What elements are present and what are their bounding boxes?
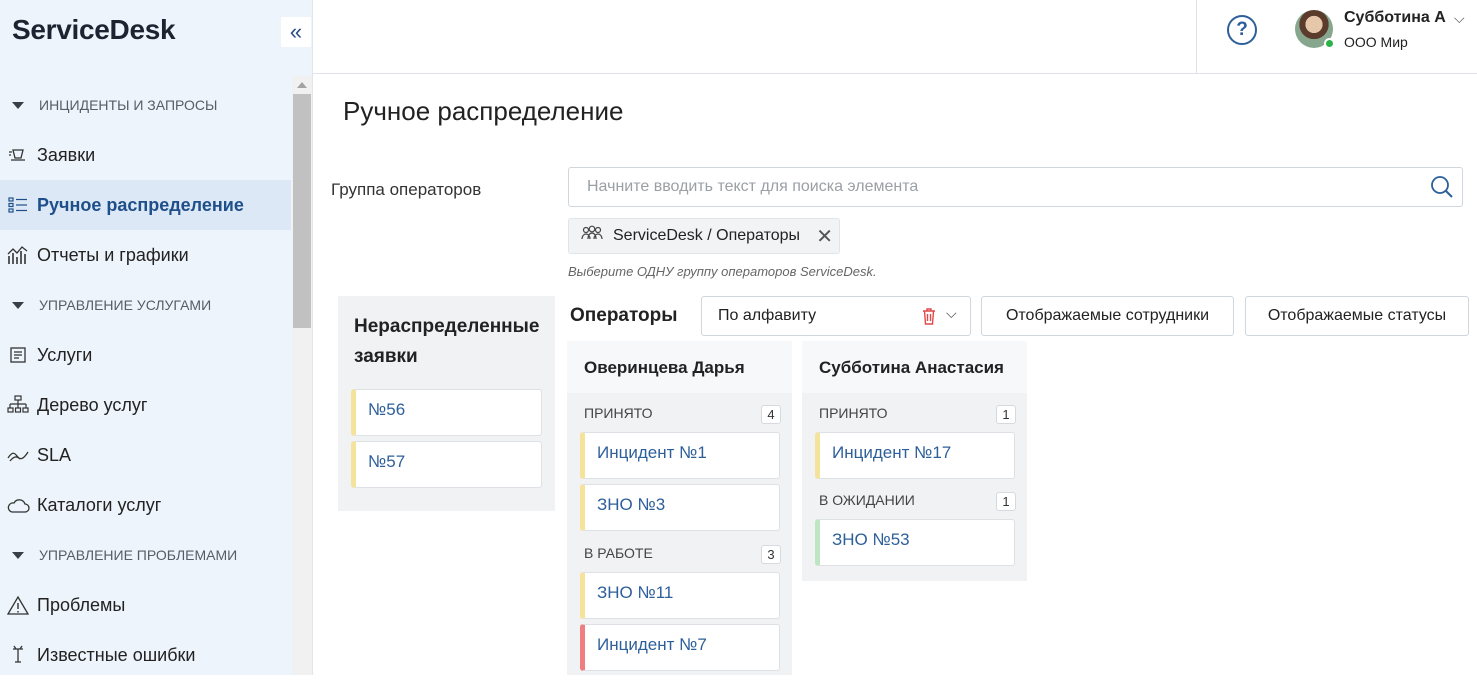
sidebar-item-reports[interactable]: Отчеты и графики: [0, 230, 291, 280]
sidebar-item-problems[interactable]: Проблемы: [0, 580, 291, 630]
status-count-badge: 1: [996, 492, 1016, 511]
distribution-icon: [6, 193, 30, 217]
status-label: В ОЖИДАНИИ: [819, 492, 915, 508]
cloud-icon: [6, 493, 30, 517]
sidebar-item-catalogs[interactable]: Каталоги услуг: [0, 480, 291, 530]
sidebar-scrollbar[interactable]: [292, 76, 312, 675]
sidebar: ServiceDesk « ИНЦИДЕНТЫ И ЗАПРОСЫ Заявки…: [0, 0, 313, 675]
sidebar-item-label: Известные ошибки: [37, 644, 196, 665]
operators-label: Операторы: [570, 305, 678, 326]
operator-name: Оверинцева Дарья: [567, 341, 792, 393]
search-input[interactable]: [570, 169, 1410, 205]
chevron-down-icon[interactable]: ⌵: [1454, 10, 1465, 27]
warning-icon: [6, 593, 30, 617]
selected-group-chip[interactable]: ServiceDesk / Операторы ✕: [568, 218, 840, 254]
sidebar-item-label: Отчеты и графики: [37, 244, 189, 265]
status-count-badge: 3: [761, 545, 781, 564]
sidebar-item-label: Проблемы: [37, 594, 126, 615]
divider: [1196, 0, 1197, 73]
trash-icon[interactable]: [921, 307, 937, 330]
status-count-badge: 4: [761, 405, 781, 424]
search-icon[interactable]: [1429, 174, 1455, 205]
online-status-icon: [1324, 38, 1335, 49]
user-company: ООО Мир: [1344, 34, 1408, 50]
remove-chip-icon[interactable]: ✕: [816, 224, 833, 249]
page-title: Ручное распределение: [343, 96, 624, 126]
sidebar-item-label: Заявки: [37, 144, 96, 165]
ticket-card[interactable]: №57: [351, 441, 542, 488]
sort-value: По алфавиту: [718, 307, 817, 324]
chip-label: ServiceDesk / Операторы: [613, 227, 801, 244]
operator-name: Субботина Анастасия: [802, 341, 1027, 393]
sidebar-item-sla[interactable]: SLA: [0, 430, 291, 480]
sidebar-item-label: Ручное распределение: [37, 194, 244, 215]
ticket-card[interactable]: ЗНО №11: [580, 572, 780, 619]
section-label: УПРАВЛЕНИЕ ПРОБЛЕМАМИ: [39, 547, 238, 563]
status-label: ПРИНЯТО: [584, 405, 653, 421]
group-icon: [580, 225, 604, 248]
scroll-up-arrow-icon[interactable]: [297, 82, 307, 88]
sidebar-item-services[interactable]: Услуги: [0, 330, 291, 380]
sidebar-item-requests[interactable]: Заявки: [0, 130, 291, 180]
sidebar-item-distribution[interactable]: Ручное распределение: [0, 180, 291, 230]
operator-group-label: Группа операторов: [331, 180, 482, 199]
section-label: УПРАВЛЕНИЕ УСЛУГАМИ: [39, 297, 212, 313]
group-hint: Выберите ОДНУ группу операторов ServiceD…: [568, 264, 877, 279]
requests-icon: [6, 143, 30, 167]
chevron-down-icon[interactable]: ⌵: [946, 305, 957, 322]
caret-down-icon: [12, 101, 24, 109]
status-label: ПРИНЯТО: [819, 405, 888, 421]
section-label: ИНЦИДЕНТЫ И ЗАПРОСЫ: [39, 97, 218, 113]
sidebar-section-incidents[interactable]: ИНЦИДЕНТЫ И ЗАПРОСЫ: [0, 80, 291, 130]
unassigned-title: Нераспределенные заявки: [354, 316, 540, 367]
sidebar-item-known-errors[interactable]: Известные ошибки: [0, 630, 291, 680]
displayed-employees-button[interactable]: Отображаемые сотрудники: [981, 296, 1234, 336]
sidebar-item-label: Дерево услуг: [37, 394, 148, 415]
ticket-card[interactable]: Инцидент №7: [580, 624, 780, 671]
sla-icon: [6, 443, 30, 467]
chart-icon: [6, 243, 30, 267]
status-label: В РАБОТЕ: [584, 545, 653, 561]
ticket-card[interactable]: Инцидент №17: [815, 432, 1015, 479]
sidebar-nav: ИНЦИДЕНТЫ И ЗАПРОСЫ Заявки Ручное распре…: [0, 80, 291, 680]
app-brand[interactable]: ServiceDesk: [12, 14, 176, 46]
sidebar-item-label: SLA: [37, 444, 72, 465]
collapse-sidebar-button[interactable]: «: [281, 17, 311, 47]
operator-group-search[interactable]: [568, 167, 1463, 207]
sidebar-item-label: Каталоги услуг: [37, 494, 162, 515]
services-icon: [6, 343, 30, 367]
status-count-badge: 1: [996, 405, 1016, 424]
ticket-card[interactable]: №56: [351, 389, 542, 436]
displayed-statuses-button[interactable]: Отображаемые статусы: [1245, 296, 1469, 336]
caret-down-icon: [12, 301, 24, 309]
sort-select[interactable]: По алфавиту ⌵: [701, 296, 971, 336]
sidebar-item-label: Услуги: [37, 344, 93, 365]
ticket-card[interactable]: Инцидент №1: [580, 432, 780, 479]
scrollbar-thumb[interactable]: [293, 94, 311, 328]
tree-icon: [6, 393, 30, 417]
user-name[interactable]: Субботина А: [1344, 9, 1446, 27]
help-icon[interactable]: ?: [1227, 15, 1257, 45]
sidebar-section-services[interactable]: УПРАВЛЕНИЕ УСЛУГАМИ: [0, 280, 291, 330]
sidebar-item-service-tree[interactable]: Дерево услуг: [0, 380, 291, 430]
ticket-card[interactable]: ЗНО №53: [815, 519, 1015, 566]
sidebar-section-problems[interactable]: УПРАВЛЕНИЕ ПРОБЛЕМАМИ: [0, 530, 291, 580]
ticket-card[interactable]: ЗНО №3: [580, 484, 780, 531]
bug-icon: [6, 643, 30, 667]
top-bar: ? Субботина А ООО Мир ⌵: [313, 0, 1477, 74]
caret-down-icon: [12, 551, 24, 559]
